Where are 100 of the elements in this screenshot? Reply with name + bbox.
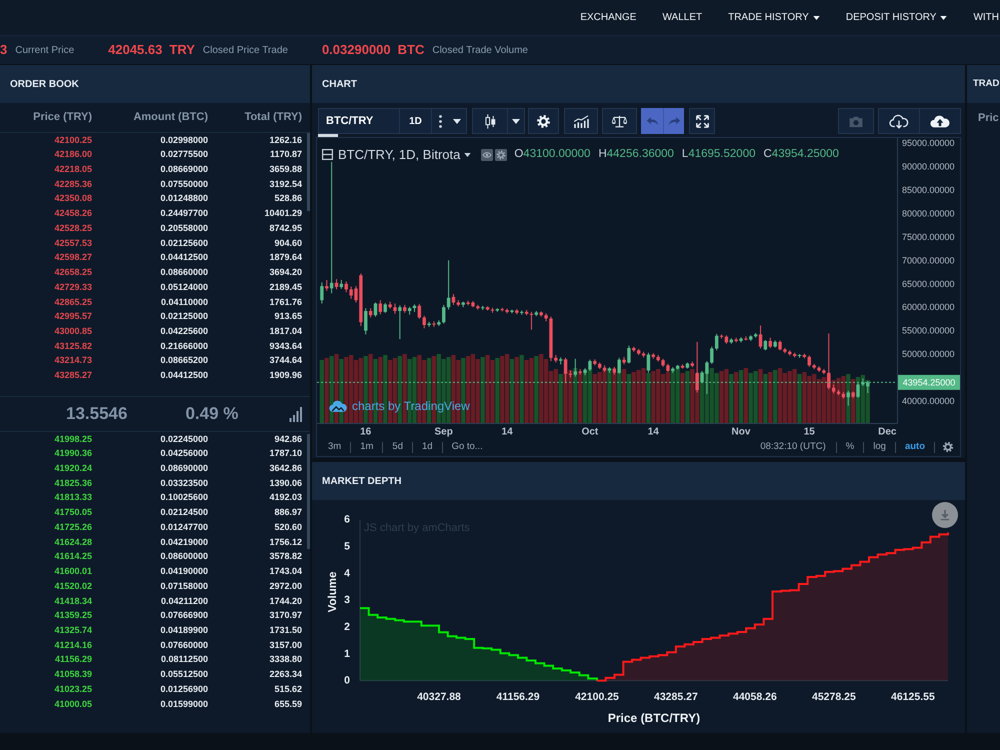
amount-cell-text: 0.10025600 (159, 491, 208, 504)
axis-label: 2 (344, 620, 350, 633)
amount-cell-text: 0.08660000 (159, 266, 208, 280)
ticker-value: 42045.63 (108, 41, 162, 60)
price-cell-text: 43000.85 (53, 324, 92, 338)
scale-toggle[interactable]: auto (896, 440, 934, 454)
amount-cell-text: 0.07550000 (159, 178, 208, 191)
spread-percent: 0.49 % (185, 403, 238, 426)
axis-label: 60000.00000 (902, 302, 955, 312)
ohlc-value: 41695.52000 (688, 147, 756, 162)
ohlc-label: H (598, 147, 607, 162)
amount-cell-text: 0.02125000 (159, 310, 208, 324)
download-button[interactable] (932, 502, 958, 528)
axis-label: 5 (344, 540, 350, 552)
amount-cell-text: 0.08665200 (159, 354, 208, 368)
total-cell-text: 2972.00 (268, 580, 302, 593)
settings-icon (495, 148, 508, 161)
total-cell-text: 1879.64 (268, 251, 302, 264)
more-icon (438, 114, 442, 128)
interval-button[interactable]: 1D (399, 109, 431, 133)
price-cell-text: 41614.25 (53, 550, 92, 564)
axis-label: 0 (344, 674, 350, 687)
price-cell-text: 42350.08 (53, 192, 92, 206)
amount-cell-text: 0.01247700 (159, 520, 208, 534)
axis-label: 70000.00000 (902, 255, 955, 266)
axis-label: 16 (360, 426, 372, 438)
scale-toggle[interactable]: % (836, 440, 864, 454)
amount-cell-text: 0.01256900 (159, 682, 208, 696)
total-cell-text: 904.60 (273, 236, 302, 250)
price-cell-text: 41023.25 (53, 682, 92, 696)
range-button[interactable]: 1d (412, 440, 442, 454)
scale-toggle[interactable]: log (864, 440, 895, 454)
price-cell-text: 42557.53 (53, 236, 92, 250)
bar-chart-icon (572, 114, 590, 128)
nav-link[interactable]: WITH (973, 10, 999, 25)
spread-value: 13.5546 (66, 403, 128, 426)
nav-link[interactable]: DEPOSIT HISTORY (846, 10, 948, 25)
amount-cell-text: 0.04190000 (159, 565, 208, 578)
indicators-button[interactable] (564, 108, 598, 134)
total-cell-text: 1390.06 (268, 476, 302, 490)
column-header: Amount (BTC) (132, 110, 208, 126)
settings-button[interactable] (528, 108, 559, 134)
range-button[interactable]: 3m (319, 440, 350, 454)
price-cell-text: 41214.16 (53, 638, 92, 652)
nav-link[interactable]: TRADE HISTORY (728, 10, 820, 25)
amount-cell-text: 0.02124500 (159, 506, 208, 520)
ticker-label: Current Price (15, 44, 74, 58)
total-cell-text: 2263.34 (268, 668, 302, 682)
range-button[interactable]: 1m (351, 440, 382, 454)
total-cell-text: 655.59 (273, 698, 302, 711)
total-cell-text: 3170.97 (268, 609, 302, 622)
amount-cell-text: 0.02245000 (159, 432, 208, 446)
total-cell-text: 1743.04 (268, 565, 302, 578)
scrollbar[interactable] (307, 133, 310, 211)
amount-cell-text: 0.04110000 (160, 296, 208, 309)
column-header: Total (TRY) (244, 110, 302, 126)
price-cell-text: 43125.82 (53, 340, 92, 353)
symbol-field[interactable]: BTC/TRY (319, 109, 399, 133)
price-cell-text: 41600.01 (53, 565, 92, 578)
cloud-logo-icon (329, 400, 347, 412)
goto-button[interactable]: Go to... (442, 440, 492, 454)
total-cell-text: 10401.29 (263, 207, 302, 220)
axis-label: 44058.26 (733, 691, 777, 703)
price-cell-text: 42186.00 (53, 148, 92, 162)
price-cell-text: 42995.57 (53, 310, 92, 324)
axis-title: Volume (327, 572, 339, 612)
nav-link[interactable]: WALLET (662, 10, 702, 25)
column-header: Price (TRY) (32, 110, 92, 126)
collapse-icon (322, 149, 333, 160)
axis-label: Dec (878, 426, 896, 438)
total-cell-text: 1744.20 (268, 594, 302, 608)
amount-cell-text: 0.01248800 (159, 192, 208, 206)
price-cell-text: 42598.27 (53, 251, 92, 264)
price-cell-text: 42865.25 (53, 296, 92, 309)
amount-cell-text: 0.07666900 (159, 609, 208, 622)
total-cell-text: 3744.64 (268, 354, 302, 368)
scroll-thumb[interactable] (318, 134, 338, 137)
nav-link[interactable]: EXCHANGE (580, 10, 636, 25)
price-cell-text: 41325.74 (53, 624, 92, 637)
amount-cell-text: 0.08690000 (159, 462, 208, 476)
chart-credit[interactable]: charts by TradingView (352, 397, 470, 415)
chart-title: BTC/TRY, 1D, Bitrota (338, 146, 460, 164)
axis-label: 43285.27 (654, 691, 698, 703)
amount-cell-text: 0.04256000 (159, 447, 208, 460)
scrollbar[interactable] (307, 434, 310, 549)
ohlc-value: 43100.00000 (523, 147, 590, 162)
range-button[interactable]: 5d (383, 440, 412, 454)
total-cell-text: 1756.12 (268, 536, 302, 549)
axis-title: Price (BTC/TRY) (608, 711, 700, 725)
price-cell-text: 41920.24 (53, 462, 92, 476)
compare-button[interactable] (602, 108, 637, 134)
total-cell-text: 3642.86 (268, 462, 302, 476)
fullscreen-button[interactable] (689, 108, 715, 134)
total-cell-text: 1731.50 (268, 624, 302, 637)
total-cell-text: 8742.95 (268, 222, 302, 235)
axis-label: 85000.00000 (902, 185, 955, 195)
chart-settings-button[interactable] (942, 441, 954, 453)
fullscreen-icon (696, 114, 708, 128)
amount-cell-text: 0.01599000 (159, 698, 208, 711)
price-cell-text: 41825.36 (53, 476, 92, 490)
